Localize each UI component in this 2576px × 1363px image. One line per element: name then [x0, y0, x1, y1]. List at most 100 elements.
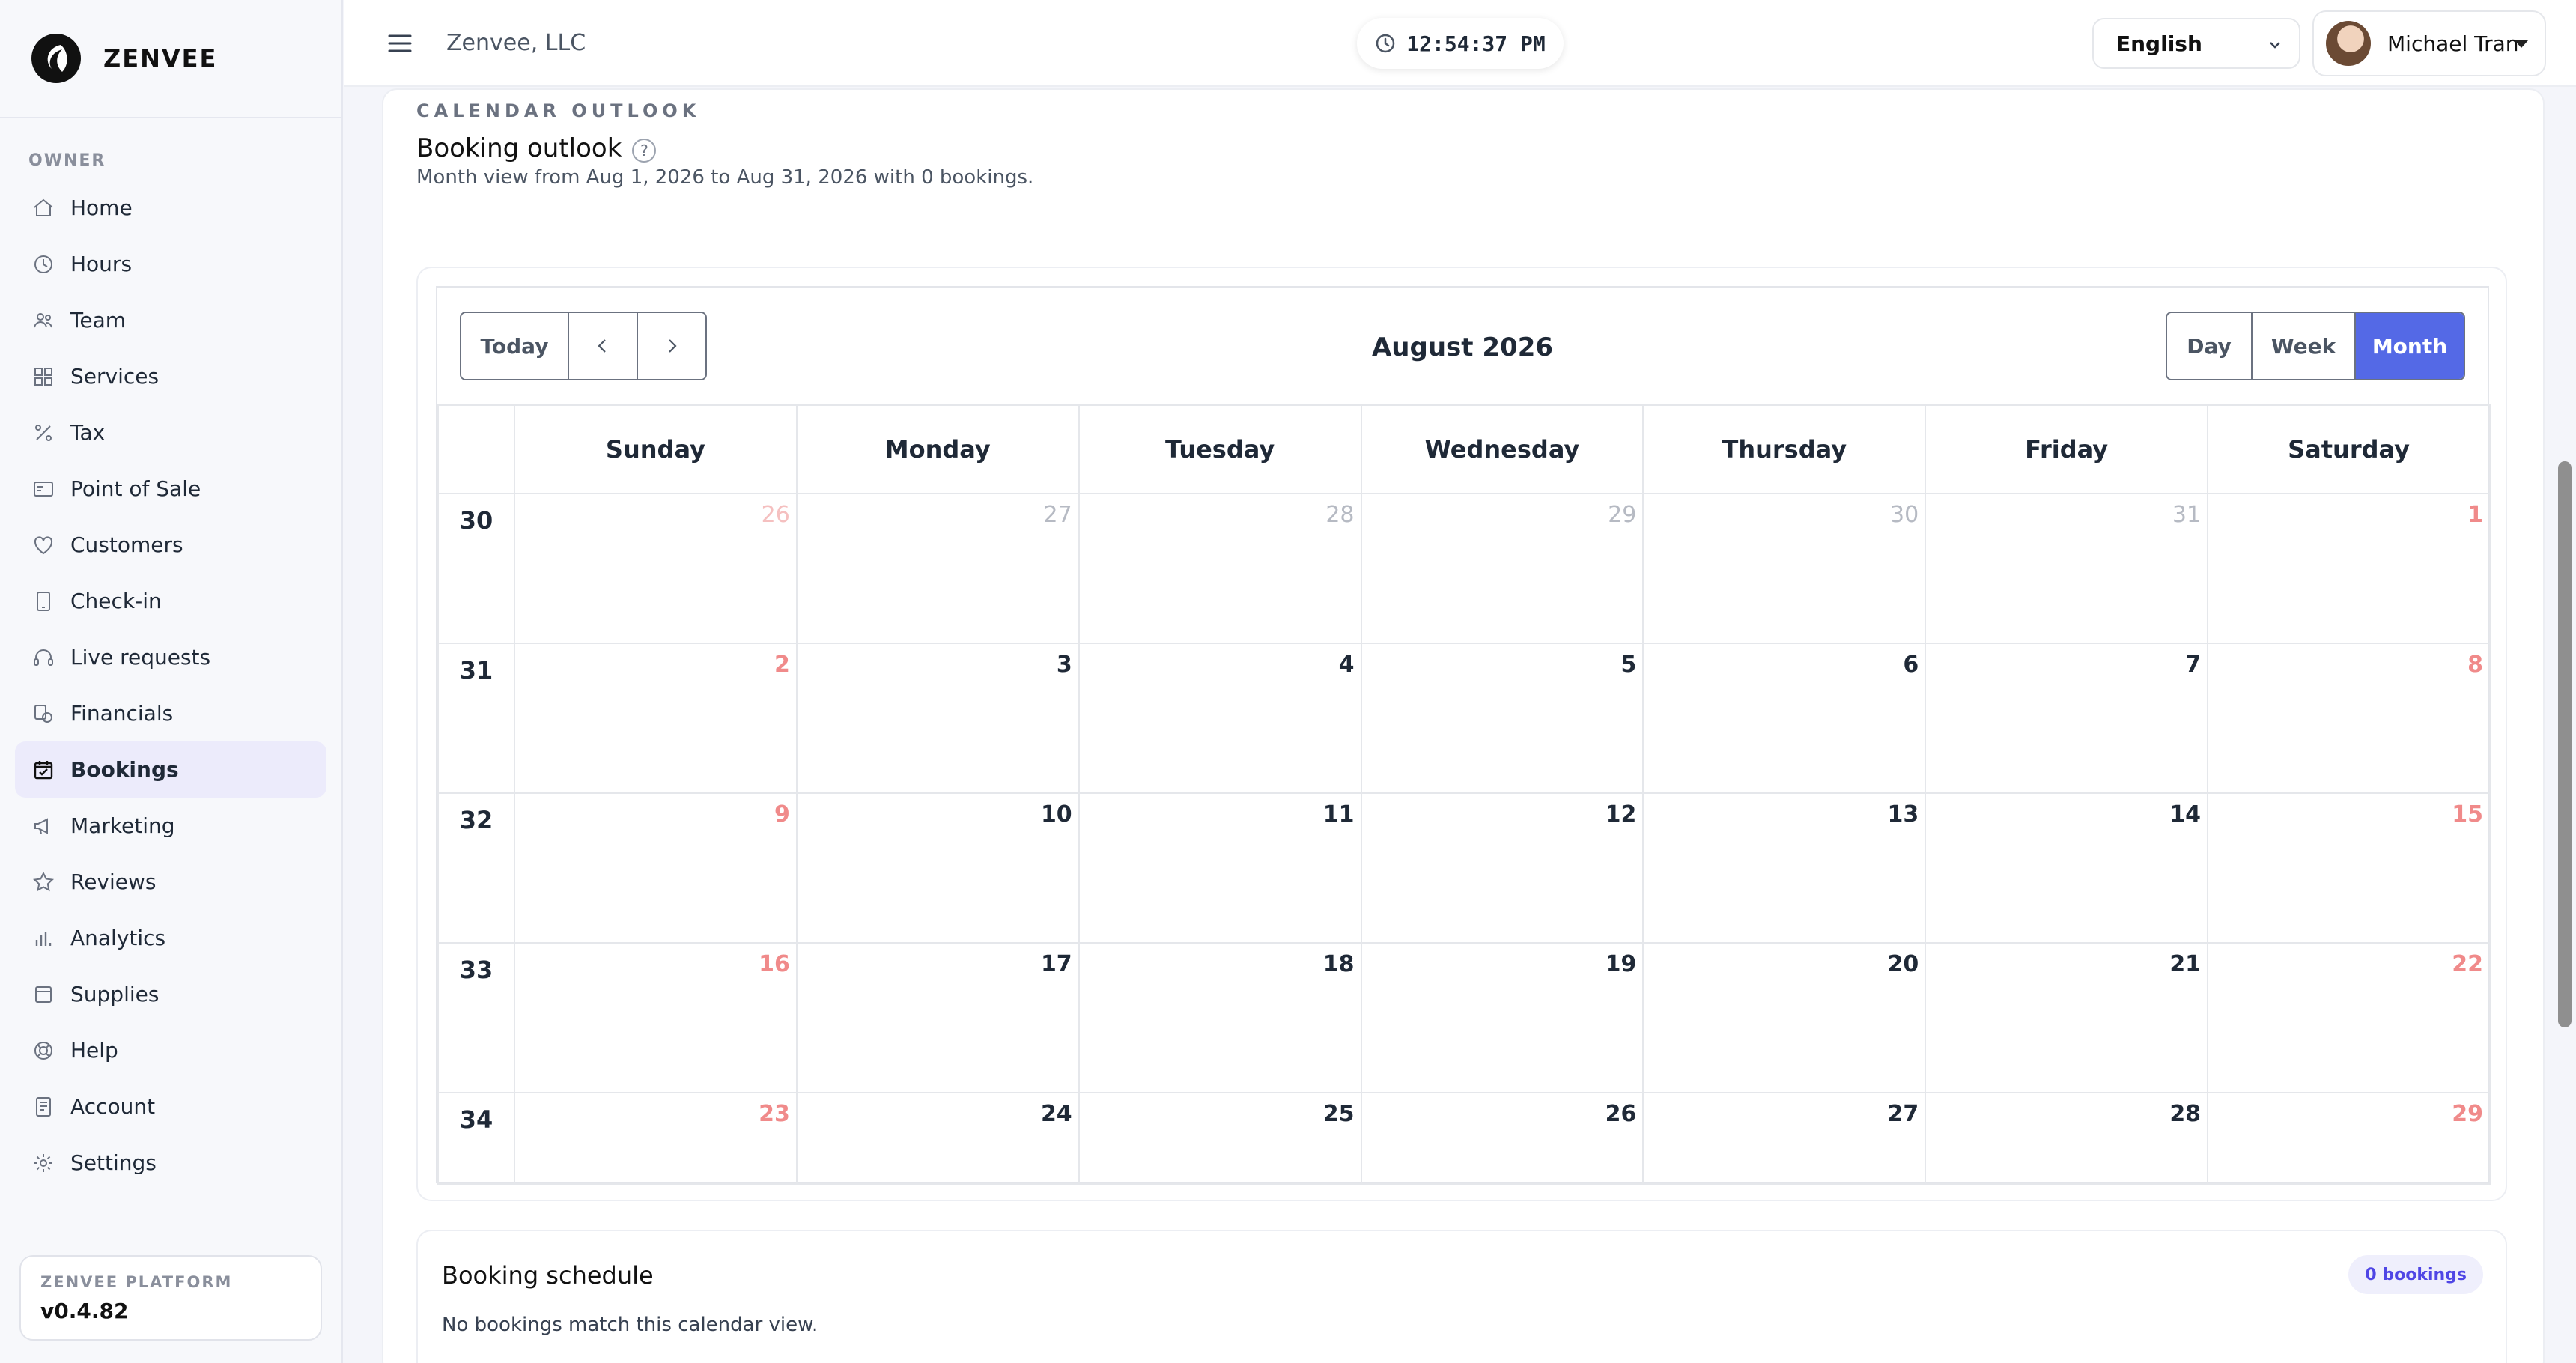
day-cell[interactable]: 26: [514, 493, 798, 644]
day-cell[interactable]: 6: [1642, 643, 1927, 794]
sidebar-item-reviews[interactable]: Reviews: [15, 854, 326, 910]
day-number: 6: [1903, 652, 1919, 678]
day-cell[interactable]: 2: [514, 643, 798, 794]
sidebar-item-label: Marketing: [70, 813, 175, 838]
sidebar-item-financials[interactable]: Financials: [15, 685, 326, 741]
platform-card: ZENVEE PLATFORM v0.4.82: [19, 1255, 322, 1341]
month-grid: Sunday Monday Tuesday Wednesday Thursday Frid…: [437, 404, 2491, 1185]
sidebar-item-live-requests[interactable]: Live requests: [15, 629, 326, 685]
view-week-button[interactable]: Week: [2251, 313, 2354, 379]
sidebar: ZENVEE OWNER Home Hours Team Services Tax Poi…: [0, 0, 343, 1363]
day-number: 20: [1887, 951, 1919, 977]
sidebar-item-label: Check-in: [70, 589, 162, 613]
clock-icon: [31, 252, 55, 276]
day-cell[interactable]: 4: [1078, 643, 1362, 794]
sidebar-item-settings[interactable]: Settings: [15, 1135, 326, 1191]
day-cell[interactable]: 20: [1642, 942, 1927, 1093]
calendar-toolbar: Today August 2026 Day Week Month: [437, 288, 2488, 404]
platform-version: v0.4.82: [40, 1299, 129, 1323]
day-cell[interactable]: 9: [514, 792, 798, 944]
day-cell[interactable]: 27: [795, 493, 1080, 644]
day-cell[interactable]: 10: [795, 792, 1080, 944]
day-cell[interactable]: 1: [2207, 493, 2491, 644]
day-cell[interactable]: 14: [1925, 792, 2209, 944]
day-cell[interactable]: 24: [795, 1092, 1080, 1185]
sidebar-item-team[interactable]: Team: [15, 292, 326, 348]
week-row: 30 26 27 28 29 30 31 1: [437, 493, 2491, 644]
user-menu[interactable]: Michael Tran: [2312, 10, 2546, 76]
hamburger-menu-icon[interactable]: [386, 30, 413, 57]
pos-icon: [31, 477, 55, 501]
day-cell[interactable]: 13: [1642, 792, 1927, 944]
week-row: 34 23 24 25 26 27 28 29: [437, 1092, 2491, 1185]
sidebar-item-analytics[interactable]: Analytics: [15, 910, 326, 966]
day-number: 8: [2467, 652, 2483, 678]
sidebar-item-supplies[interactable]: Supplies: [15, 966, 326, 1022]
day-number: 2: [774, 652, 790, 678]
day-cell[interactable]: 28: [1925, 1092, 2209, 1185]
sidebar-item-customers[interactable]: Customers: [15, 517, 326, 573]
sidebar-item-label: Live requests: [70, 645, 211, 670]
day-cell[interactable]: 19: [1360, 942, 1644, 1093]
day-cell[interactable]: 12: [1360, 792, 1644, 944]
language-select[interactable]: English: [2092, 18, 2300, 69]
sidebar-section-label: OWNER: [28, 151, 106, 170]
clock-icon: [1376, 34, 1395, 53]
sidebar-item-label: Bookings: [70, 757, 179, 782]
week-row: 33 16 17 18 19 20 21 22: [437, 942, 2491, 1093]
scrollbar-thumb[interactable]: [2558, 461, 2572, 1027]
heart-icon: [31, 533, 55, 557]
sidebar-item-services[interactable]: Services: [15, 348, 326, 404]
sidebar-item-help[interactable]: Help: [15, 1022, 326, 1078]
day-cell[interactable]: 31: [1925, 493, 2209, 644]
sidebar-item-check-in[interactable]: Check-in: [15, 573, 326, 629]
sidebar-item-label: Services: [70, 364, 160, 389]
view-month-button[interactable]: Month: [2354, 313, 2464, 379]
day-cell[interactable]: 27: [1642, 1092, 1927, 1185]
weekday-header-saturday: Saturday: [2207, 404, 2491, 494]
day-cell[interactable]: 29: [2207, 1092, 2491, 1185]
star-icon: [31, 870, 55, 894]
sidebar-item-hours[interactable]: Hours: [15, 236, 326, 292]
sidebar-item-account[interactable]: Account: [15, 1078, 326, 1135]
day-cell[interactable]: 15: [2207, 792, 2491, 944]
sidebar-item-point-of-sale[interactable]: Point of Sale: [15, 461, 326, 517]
lifebuoy-icon: [31, 1039, 55, 1063]
week-row: 32 9 10 11 12 13 14 15: [437, 792, 2491, 944]
day-cell[interactable]: 21: [1925, 942, 2209, 1093]
day-number: 27: [1043, 502, 1072, 528]
sidebar-item-tax[interactable]: Tax: [15, 404, 326, 461]
day-number: 26: [1605, 1101, 1637, 1127]
day-cell[interactable]: 28: [1078, 493, 1362, 644]
sidebar-item-home[interactable]: Home: [15, 180, 326, 236]
day-cell[interactable]: 18: [1078, 942, 1362, 1093]
day-cell[interactable]: 5: [1360, 643, 1644, 794]
brand[interactable]: ZENVEE: [0, 0, 341, 118]
day-cell[interactable]: 26: [1360, 1092, 1644, 1185]
sidebar-item-label: Home: [70, 195, 133, 220]
sidebar-item-bookings[interactable]: Bookings: [15, 741, 326, 798]
app: ZENVEE OWNER Home Hours Team Services Tax Poi…: [0, 0, 2576, 1363]
page-title-wrap: Booking outlook ?: [416, 133, 657, 163]
weekday-header-sunday: Sunday: [514, 404, 798, 494]
help-icon[interactable]: ?: [632, 139, 657, 163]
day-cell[interactable]: 8: [2207, 643, 2491, 794]
tablet-icon: [31, 589, 55, 613]
day-cell[interactable]: 7: [1925, 643, 2209, 794]
view-day-button[interactable]: Day: [2167, 313, 2251, 379]
day-cell[interactable]: 30: [1642, 493, 1927, 644]
company-name[interactable]: Zenvee, LLC: [446, 30, 586, 56]
team-icon: [31, 309, 55, 333]
day-cell[interactable]: 23: [514, 1092, 798, 1185]
day-cell[interactable]: 16: [514, 942, 798, 1093]
day-number: 4: [1338, 652, 1355, 678]
day-cell[interactable]: 11: [1078, 792, 1362, 944]
day-cell[interactable]: 3: [795, 643, 1080, 794]
day-number: 14: [2169, 801, 2202, 828]
sidebar-item-marketing[interactable]: Marketing: [15, 798, 326, 854]
day-cell[interactable]: 17: [795, 942, 1080, 1093]
view-switcher: Day Week Month: [2166, 312, 2465, 380]
day-cell[interactable]: 29: [1360, 493, 1644, 644]
day-cell[interactable]: 25: [1078, 1092, 1362, 1185]
day-cell[interactable]: 22: [2207, 942, 2491, 1093]
